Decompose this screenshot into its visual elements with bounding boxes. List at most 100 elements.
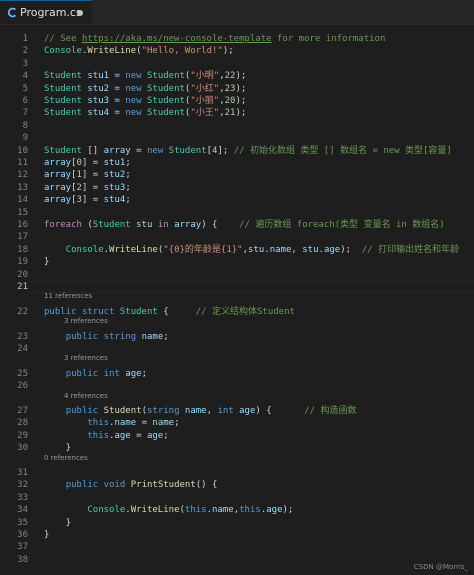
code-line[interactable]: 3 <box>0 58 474 70</box>
line-number: 12 <box>17 170 28 181</box>
code-text: public struct Student { // 定义结构体Student <box>44 306 295 318</box>
code-token: , <box>291 244 303 255</box>
code-line[interactable]: 31 <box>0 467 474 479</box>
code-line[interactable]: 24 <box>0 343 474 355</box>
code-line[interactable]: 30 } <box>0 442 474 454</box>
code-token: ); <box>235 71 247 82</box>
code-token: stu1 <box>103 158 126 168</box>
code-line[interactable]: 5 Student stu2 = new Student("小红",23); <box>0 83 474 95</box>
code-line[interactable]: 33 <box>0 492 474 504</box>
code-line[interactable]: 13 array[2] = stu3; <box>0 182 474 194</box>
code-token: array <box>44 182 72 193</box>
code-token: ; <box>125 195 131 206</box>
code-token: Student <box>44 108 82 119</box>
code-line[interactable]: 1 // See https://aka.ms/new-console-templ… <box>0 33 474 45</box>
codelens-references[interactable]: 11 references <box>44 292 92 300</box>
code-token: "小丽" <box>190 96 220 106</box>
code-token: Student <box>103 406 142 416</box>
code-token: ); <box>222 46 234 57</box>
code-line[interactable]: 19} <box>0 256 474 268</box>
code-line[interactable]: 16 foreach (Student stu in array) { // 遍历… <box>0 219 474 231</box>
code-line[interactable]: 21 <box>0 281 474 293</box>
code-token: new <box>125 96 142 106</box>
line-number: 21 <box>17 282 28 292</box>
code-token: array <box>44 158 72 168</box>
code-token: public <box>65 368 99 379</box>
code-token: WriteLine <box>87 46 137 57</box>
tab-program-cs[interactable]: Program.cs <box>0 0 92 24</box>
line-number: 29 <box>17 430 28 441</box>
code-text: array[1] = stu2; <box>44 169 131 181</box>
code-text: Console.WriteLine("{0}的年龄是{1}",stu.name,… <box>44 244 459 256</box>
code-text: public void PrintStudent() { <box>44 479 218 491</box>
code-line[interactable]: 20 <box>0 269 474 281</box>
code-line[interactable]: 9 <box>0 132 474 144</box>
code-line[interactable]: 22 public struct Student { // 定义结构体Studen… <box>0 306 474 318</box>
code-token: ] = <box>81 182 104 193</box>
code-token: Student <box>44 83 82 94</box>
line-number: 4 <box>22 71 28 82</box>
code-line[interactable]: 28 this.name = name; <box>0 417 474 429</box>
code-line[interactable]: 38 <box>0 554 474 566</box>
code-line[interactable]: 23 public string name; <box>0 331 474 343</box>
codelens-references[interactable]: 4 references <box>64 392 108 400</box>
code-line[interactable]: 15 <box>0 207 474 219</box>
code-line[interactable]: 35 } <box>0 517 474 529</box>
code-token: ; <box>125 158 131 168</box>
code-line[interactable]: 6 Student stu3 = new Student("小丽",20); <box>0 95 474 107</box>
line-number: 14 <box>17 195 28 206</box>
code-token: struct <box>81 306 115 317</box>
line-number: 20 <box>17 269 28 280</box>
code-editor[interactable]: 1 // See https://aka.ms/new-console-templ… <box>0 25 474 575</box>
code-line[interactable]: 34 Console.WriteLine(this.name,this.age)… <box>0 504 474 516</box>
code-token: = <box>136 418 153 429</box>
code-line[interactable]: 8 <box>0 120 474 132</box>
codelens-references[interactable]: 0 references <box>44 454 88 462</box>
line-number: 31 <box>17 468 28 478</box>
code-token: Student <box>146 96 185 106</box>
code-token: for more information <box>271 34 386 44</box>
code-line[interactable]: 36} <box>0 529 474 541</box>
line-number: 35 <box>17 517 28 528</box>
code-token: Student <box>44 145 82 156</box>
watermark: CSDN @Morris_ <box>413 563 468 571</box>
code-token: Student <box>168 145 207 156</box>
code-line[interactable]: 10 Student [] array = new Student[4]; // … <box>0 145 474 157</box>
code-line[interactable]: 37 <box>0 541 474 553</box>
code-text: foreach (Student stu in array) { // 遍历数组… <box>44 219 445 231</box>
code-line[interactable]: 18 Console.WriteLine("{0}的年龄是{1}",stu.na… <box>0 244 474 256</box>
code-text: Student stu4 = new Student("小王",21); <box>44 107 246 119</box>
code-token: ( <box>81 220 93 230</box>
code-token: this <box>87 430 110 441</box>
line-number: 38 <box>17 554 28 565</box>
code-token: stu <box>248 244 265 255</box>
code-token: ); <box>340 244 362 255</box>
code-line[interactable]: 12 array[1] = stu2; <box>0 169 474 181</box>
codelens-references[interactable]: 3 references <box>64 317 108 325</box>
code-line[interactable]: 17 <box>0 231 474 243</box>
code-line[interactable]: 32 public void PrintStudent() { <box>0 479 474 491</box>
code-line[interactable]: 7 Student stu4 = new Student("小王",21); <box>0 107 474 119</box>
code-token: Console <box>87 505 126 516</box>
unsaved-dot-icon[interactable] <box>77 10 83 16</box>
code-line[interactable]: 29 this.age = age; <box>0 430 474 442</box>
code-token: Console <box>44 46 82 57</box>
code-line[interactable]: 14 array[3] = stu4; <box>0 194 474 206</box>
code-text: } <box>44 517 71 529</box>
code-token: WriteLine <box>109 244 158 255</box>
line-number: 25 <box>17 368 28 379</box>
code-token: [] <box>81 145 104 156</box>
code-token: Student <box>146 108 185 119</box>
code-token: Student <box>146 83 185 94</box>
line-number: 36 <box>17 530 28 540</box>
code-line[interactable]: 2 Console.WriteLine("Hello, World!"); <box>0 45 474 57</box>
code-line[interactable]: 11 array[0] = stu1; <box>0 157 474 169</box>
code-line[interactable]: 27 public Student(string name, int age) … <box>0 405 474 417</box>
code-token: array <box>44 170 72 181</box>
tab-label: Program.cs <box>20 6 82 19</box>
code-line[interactable]: 4 Student stu1 = new Student("小明",22); <box>0 70 474 82</box>
codelens-references[interactable]: 3 references <box>64 354 108 362</box>
code-text: Console.WriteLine(this.name,this.age); <box>44 504 293 516</box>
code-line[interactable]: 26 <box>0 380 474 392</box>
code-line[interactable]: 25 public int age; <box>0 368 474 380</box>
